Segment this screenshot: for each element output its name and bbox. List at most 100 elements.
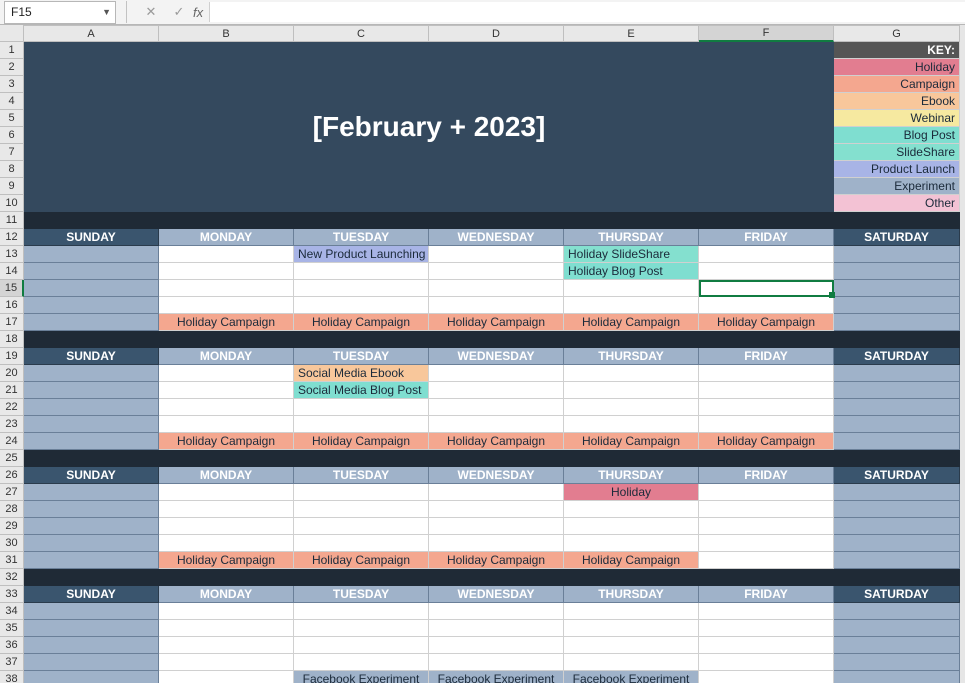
- event-experiment-E38[interactable]: Facebook Experiment: [564, 671, 699, 683]
- key-experiment[interactable]: Experiment: [834, 178, 960, 195]
- cell-E16[interactable]: [564, 297, 699, 314]
- cell-A23[interactable]: [24, 416, 159, 433]
- cell-A22[interactable]: [24, 399, 159, 416]
- col-header-A[interactable]: A: [24, 25, 159, 42]
- cell-A38[interactable]: [24, 671, 159, 683]
- row-header-6[interactable]: 6: [0, 127, 24, 144]
- col-header-E[interactable]: E: [564, 25, 699, 42]
- cell-G34[interactable]: [834, 603, 960, 620]
- cell-F29[interactable]: [699, 518, 834, 535]
- cell-G22[interactable]: [834, 399, 960, 416]
- event-campaign-F17[interactable]: Holiday Campaign: [699, 314, 834, 331]
- col-header-D[interactable]: D: [429, 25, 564, 42]
- row-header-14[interactable]: 14: [0, 263, 24, 280]
- cell-G35[interactable]: [834, 620, 960, 637]
- row-header-16[interactable]: 16: [0, 297, 24, 314]
- cell-E36[interactable]: [564, 637, 699, 654]
- cell-G27[interactable]: [834, 484, 960, 501]
- cell-A21[interactable]: [24, 382, 159, 399]
- event-experiment-C38[interactable]: Facebook Experiment: [294, 671, 429, 683]
- cell-D35[interactable]: [429, 620, 564, 637]
- day-sunday-3[interactable]: SUNDAY: [24, 467, 159, 484]
- cell-B23[interactable]: [159, 416, 294, 433]
- cancel-icon[interactable]: ✕: [143, 4, 159, 20]
- row-header-29[interactable]: 29: [0, 518, 24, 535]
- cell-G24[interactable]: [834, 433, 960, 450]
- cell-G37[interactable]: [834, 654, 960, 671]
- cell-D36[interactable]: [429, 637, 564, 654]
- row-header-12[interactable]: 12: [0, 229, 24, 246]
- event-holiday-blog[interactable]: Holiday Blog Post: [564, 263, 699, 280]
- day-monday-2[interactable]: MONDAY: [159, 348, 294, 365]
- cell-G21[interactable]: [834, 382, 960, 399]
- day-monday-3[interactable]: MONDAY: [159, 467, 294, 484]
- cell-B34[interactable]: [159, 603, 294, 620]
- row-header-5[interactable]: 5: [0, 110, 24, 127]
- cell-A24[interactable]: [24, 433, 159, 450]
- name-box[interactable]: F15 ▼: [4, 1, 116, 24]
- event-experiment-D38[interactable]: Facebook Experiment: [429, 671, 564, 683]
- event-campaign-E17[interactable]: Holiday Campaign: [564, 314, 699, 331]
- row-header-1[interactable]: 1: [0, 42, 24, 59]
- cell-G30[interactable]: [834, 535, 960, 552]
- key-slideshare[interactable]: SlideShare: [834, 144, 960, 161]
- cell-C36[interactable]: [294, 637, 429, 654]
- event-holiday[interactable]: Holiday: [564, 484, 699, 501]
- cell-A20[interactable]: [24, 365, 159, 382]
- title-cell[interactable]: [February + 2023]: [24, 42, 834, 212]
- dropdown-icon[interactable]: ▼: [102, 7, 111, 17]
- cell-D16[interactable]: [429, 297, 564, 314]
- day-tuesday-4[interactable]: TUESDAY: [294, 586, 429, 603]
- cell-C29[interactable]: [294, 518, 429, 535]
- cell-D23[interactable]: [429, 416, 564, 433]
- cell-D14[interactable]: [429, 263, 564, 280]
- cell-C16[interactable]: [294, 297, 429, 314]
- cell-G13[interactable]: [834, 246, 960, 263]
- day-friday-2[interactable]: FRIDAY: [699, 348, 834, 365]
- fx-label[interactable]: fx: [193, 5, 203, 20]
- cell-D13[interactable]: [429, 246, 564, 263]
- day-friday-3[interactable]: FRIDAY: [699, 467, 834, 484]
- col-header-G[interactable]: G: [834, 25, 960, 42]
- cell-B15[interactable]: [159, 280, 294, 297]
- row-header-25[interactable]: 25: [0, 450, 24, 467]
- col-header-C[interactable]: C: [294, 25, 429, 42]
- event-campaign-C31[interactable]: Holiday Campaign: [294, 552, 429, 569]
- day-friday[interactable]: FRIDAY: [699, 229, 834, 246]
- row-header-38[interactable]: 38: [0, 671, 24, 683]
- cell-A15[interactable]: [24, 280, 159, 297]
- row-header-19[interactable]: 19: [0, 348, 24, 365]
- cell-C30[interactable]: [294, 535, 429, 552]
- key-other[interactable]: Other: [834, 195, 960, 212]
- confirm-icon[interactable]: ✓: [171, 4, 187, 20]
- row-header-3[interactable]: 3: [0, 76, 24, 93]
- cell-G17[interactable]: [834, 314, 960, 331]
- cell-A16[interactable]: [24, 297, 159, 314]
- cell-C37[interactable]: [294, 654, 429, 671]
- row-header-33[interactable]: 33: [0, 586, 24, 603]
- day-thursday[interactable]: THURSDAY: [564, 229, 699, 246]
- cell-D20[interactable]: [429, 365, 564, 382]
- cell-C34[interactable]: [294, 603, 429, 620]
- day-saturday-3[interactable]: SATURDAY: [834, 467, 960, 484]
- select-all-corner[interactable]: [0, 25, 24, 42]
- cell-B28[interactable]: [159, 501, 294, 518]
- row-header-28[interactable]: 28: [0, 501, 24, 518]
- cell-F28[interactable]: [699, 501, 834, 518]
- cell-D37[interactable]: [429, 654, 564, 671]
- event-product-launch[interactable]: New Product Launching: [294, 246, 429, 263]
- event-campaign-D31[interactable]: Holiday Campaign: [429, 552, 564, 569]
- day-thursday-4[interactable]: THURSDAY: [564, 586, 699, 603]
- day-sunday-2[interactable]: SUNDAY: [24, 348, 159, 365]
- row-header-10[interactable]: 10: [0, 195, 24, 212]
- day-wednesday[interactable]: WEDNESDAY: [429, 229, 564, 246]
- cell-A27[interactable]: [24, 484, 159, 501]
- cell-F31[interactable]: [699, 552, 834, 569]
- cell-D15[interactable]: [429, 280, 564, 297]
- cell-D21[interactable]: [429, 382, 564, 399]
- row-header-15[interactable]: 15: [0, 280, 24, 297]
- cell-E34[interactable]: [564, 603, 699, 620]
- cell-B35[interactable]: [159, 620, 294, 637]
- row-header-24[interactable]: 24: [0, 433, 24, 450]
- cell-F14[interactable]: [699, 263, 834, 280]
